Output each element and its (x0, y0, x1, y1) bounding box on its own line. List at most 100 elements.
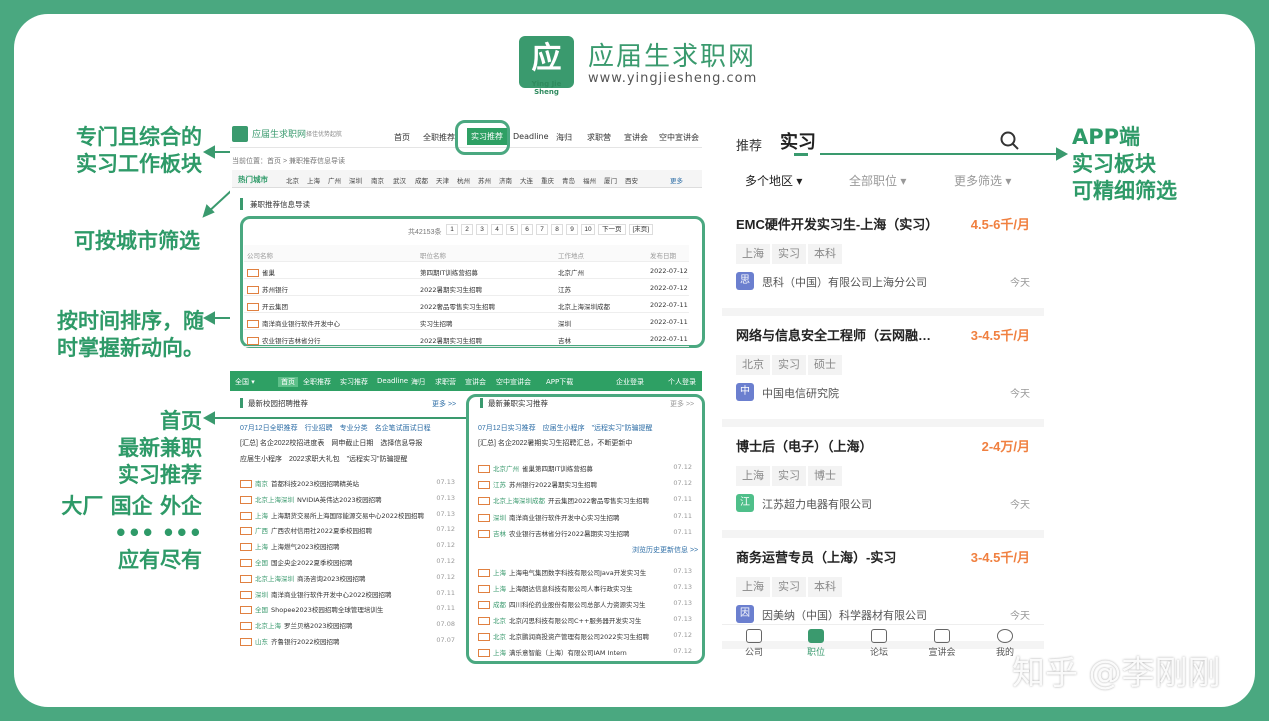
pager-page[interactable]: 5 (506, 224, 518, 235)
job-cell[interactable]: 第四期IT训练营招募 (420, 267, 478, 277)
pager-page[interactable]: 2 (461, 224, 473, 235)
list-item[interactable]: 深圳 南洋商业银行软件开发中心2022校园招聘 07.11 (240, 589, 455, 599)
green-nav-item[interactable]: APP下载 (546, 377, 573, 387)
nav-fulltime[interactable]: 全职推荐 (423, 132, 455, 143)
job-cell[interactable]: 2022暑期实习生招聘 (420, 284, 482, 294)
green-nav-item[interactable]: 海归 (411, 377, 425, 387)
pager-next[interactable]: 下一页 (598, 224, 626, 235)
list-item[interactable]: 成都 四川科伦药业股份有限公司总部人力资源实习生 07.13 (478, 599, 692, 609)
company-cell[interactable]: 农业银行吉林省分行 (247, 335, 321, 345)
filter-region[interactable]: 多个地区 ▾ (745, 172, 802, 189)
right-more-link[interactable]: 更多 >> (670, 399, 694, 409)
city-link[interactable]: 济南 (499, 175, 512, 185)
pager-last[interactable]: [末页] (628, 224, 654, 235)
city-link[interactable]: 厦门 (604, 175, 617, 185)
company-cell[interactable]: 开云集团 (247, 301, 288, 311)
city-link[interactable]: 北京 (286, 175, 299, 185)
green-nav-item[interactable]: 宣讲会 (465, 377, 486, 387)
list-item[interactable]: 北京 北京鹏润商投资产管理有限公司2022实习生招聘 07.12 (478, 631, 692, 641)
job-card[interactable]: 网络与信息安全工程师（云网融… 3-4.5千/月 北京 实习 硕士中中国电信研究院 今天 (722, 315, 1044, 427)
pager-page[interactable]: 9 (566, 224, 578, 235)
green-nav-item[interactable]: 全国 ▾ (235, 377, 255, 387)
city-link[interactable]: 西安 (625, 175, 638, 185)
nav-home[interactable]: 首页 (394, 132, 410, 143)
list-item[interactable]: 山东 齐鲁银行2022校园招聘 07.07 (240, 636, 455, 646)
city-link[interactable]: 青岛 (562, 175, 575, 185)
list-item[interactable]: 吉林 农业银行吉林省分行2022暑期实习生招聘 07.11 (478, 528, 692, 538)
city-link[interactable]: 重庆 (541, 175, 554, 185)
city-link[interactable]: 杭州 (457, 175, 470, 185)
list-item[interactable]: 北京上海深圳 NVIDIA英伟达2023校园招聘 07.13 (240, 494, 455, 504)
green-nav-item[interactable]: 首页 (278, 377, 298, 387)
table-row[interactable]: 苏州银行 2022暑期实习生招聘 江苏 2022-07-12 (244, 279, 689, 296)
job-cell[interactable]: 实习生招聘 (420, 318, 453, 328)
list-item[interactable]: 上海 满乐意智能（上海）有限公司IAM Intern 07.12 (478, 647, 692, 657)
pager-page[interactable]: 10 (581, 224, 595, 235)
left-note[interactable]: 应届生小程序 2022求职大礼包 "远程实习"防骗提醒 (240, 454, 408, 464)
list-item[interactable]: 北京上海 罗兰贝格2023校园招聘 07.08 (240, 620, 455, 631)
pager-page[interactable]: 6 (521, 224, 533, 235)
right-note[interactable]: [汇总] 名企2022暑期实习生招聘汇总，不断更新中 (478, 438, 632, 448)
city-link[interactable]: 福州 (583, 175, 596, 185)
left-note[interactable]: [汇总] 名企2022校招进度表 网申截止日期 选择信息导报 (240, 438, 422, 448)
list-item[interactable]: 深圳 南洋商业银行软件开发中心实习生招聘 07.11 (478, 512, 692, 522)
city-link[interactable]: 深圳 (349, 175, 362, 185)
left-quick-links[interactable]: 07月12日全职推荐 行业招聘 专业分类 名企笔试面试日程 (240, 423, 431, 433)
tab-jobs[interactable]: 职位 (796, 629, 836, 658)
list-item[interactable]: 北京 北京闪思科技有限公司C++服务器开发实习生 07.13 (478, 615, 692, 625)
list-item[interactable]: 江苏 苏州银行2022暑期实习生招聘 07.12 (478, 479, 692, 490)
filter-position[interactable]: 全部职位 ▾ (849, 172, 906, 189)
nav-overseas[interactable]: 海归 (556, 132, 572, 143)
table-row[interactable]: 雀巢 第四期IT训练营招募 北京广州 2022-07-12 (244, 262, 689, 279)
list-item[interactable]: 上海 上海电气集团数字科技有限公司Java开发实习生 07.13 (478, 567, 692, 577)
job-cell[interactable]: 2022奢品零售实习生招聘 (420, 301, 495, 311)
pager-page[interactable]: 7 (536, 224, 548, 235)
green-nav-item[interactable]: 实习推荐 (340, 377, 368, 387)
city-link[interactable]: 南京 (371, 175, 384, 185)
tab-talks[interactable]: 宣讲会 (922, 629, 962, 658)
filter-more[interactable]: 更多筛选 ▾ (954, 172, 1011, 189)
green-nav-item[interactable]: 空中宣讲会 (496, 377, 531, 387)
nav-deadline[interactable]: Deadline (513, 132, 549, 141)
green-nav-item[interactable]: 企业登录 (616, 377, 644, 387)
company-cell[interactable]: 雀巢 (247, 267, 275, 277)
tab-forum[interactable]: 论坛 (859, 629, 899, 658)
pager-page[interactable]: 3 (476, 224, 488, 235)
list-item[interactable]: 全国 国企央企2022夏季校园招聘 07.12 (240, 557, 455, 567)
job-cell[interactable]: 2022暑期实习生招聘 (420, 335, 482, 345)
tab-company[interactable]: 公司 (734, 629, 774, 658)
app-tab-recommend[interactable]: 推荐 (736, 135, 762, 154)
green-nav-item[interactable]: Deadline (377, 377, 408, 385)
city-link[interactable]: 成都 (415, 175, 428, 185)
green-nav-item[interactable]: 求职营 (435, 377, 456, 387)
list-item[interactable]: 南京 首都科技2023校园招聘精英站 07.13 (240, 478, 455, 488)
search-icon[interactable] (1000, 131, 1020, 151)
list-item[interactable]: 北京广州 雀巢第四期IT训练营招募 07.12 (478, 463, 692, 473)
right-quick-links[interactable]: 07月12日实习推荐 应届生小程序 "远程实习"防骗提醒 (478, 423, 653, 433)
table-row[interactable]: 开云集团 2022奢品零售实习生招聘 北京上海深圳成都 2022-07-11 (244, 296, 689, 313)
pager-page[interactable]: 4 (491, 224, 503, 235)
pager-page[interactable]: 8 (551, 224, 563, 235)
list-item[interactable]: 上海 上海燃气2023校园招聘 07.12 (240, 541, 455, 552)
city-link[interactable]: 大连 (520, 175, 533, 185)
city-link[interactable]: 上海 (307, 175, 320, 185)
list-item[interactable]: 北京上海深圳成都 开云集团2022奢品零售实习生招聘 07.11 (478, 495, 692, 506)
list-item[interactable]: 上海 上海期货交易所上海国际能源交易中心2022校园招聘 07.13 (240, 510, 455, 520)
list-item[interactable]: 上海 上海朗达信息科技有限公司人事行政实习生 07.13 (478, 583, 692, 593)
green-nav-item[interactable]: 全职推荐 (303, 377, 331, 387)
app-search-query[interactable]: 实习 (780, 128, 816, 154)
list-item[interactable]: 全国 Shopee2023校园招聘全球管理培训生 07.11 (240, 604, 455, 615)
city-link[interactable]: 苏州 (478, 175, 491, 185)
city-link[interactable]: 武汉 (393, 175, 406, 185)
job-card[interactable]: 博士后（电子）（上海） 2-4万/月 上海 实习 博士江江苏超力电器有限公司 今天 (722, 426, 1044, 538)
nav-camp[interactable]: 求职营 (587, 132, 611, 143)
table-row[interactable]: 南洋商业银行软件开发中心 实习生招聘 深圳 2022-07-11 (244, 313, 689, 330)
city-link[interactable]: 天津 (436, 175, 449, 185)
city-link[interactable]: 广州 (328, 175, 341, 185)
nav-air-talks[interactable]: 空中宣讲会 (659, 132, 699, 143)
left-more-link[interactable]: 更多 >> (432, 399, 456, 409)
pager-page[interactable]: 1 (446, 224, 458, 235)
company-cell[interactable]: 苏州银行 (247, 284, 288, 294)
nav-talks[interactable]: 宣讲会 (624, 132, 648, 143)
list-item[interactable]: 北京上海深圳 商汤咨询2023校园招聘 07.12 (240, 573, 455, 583)
